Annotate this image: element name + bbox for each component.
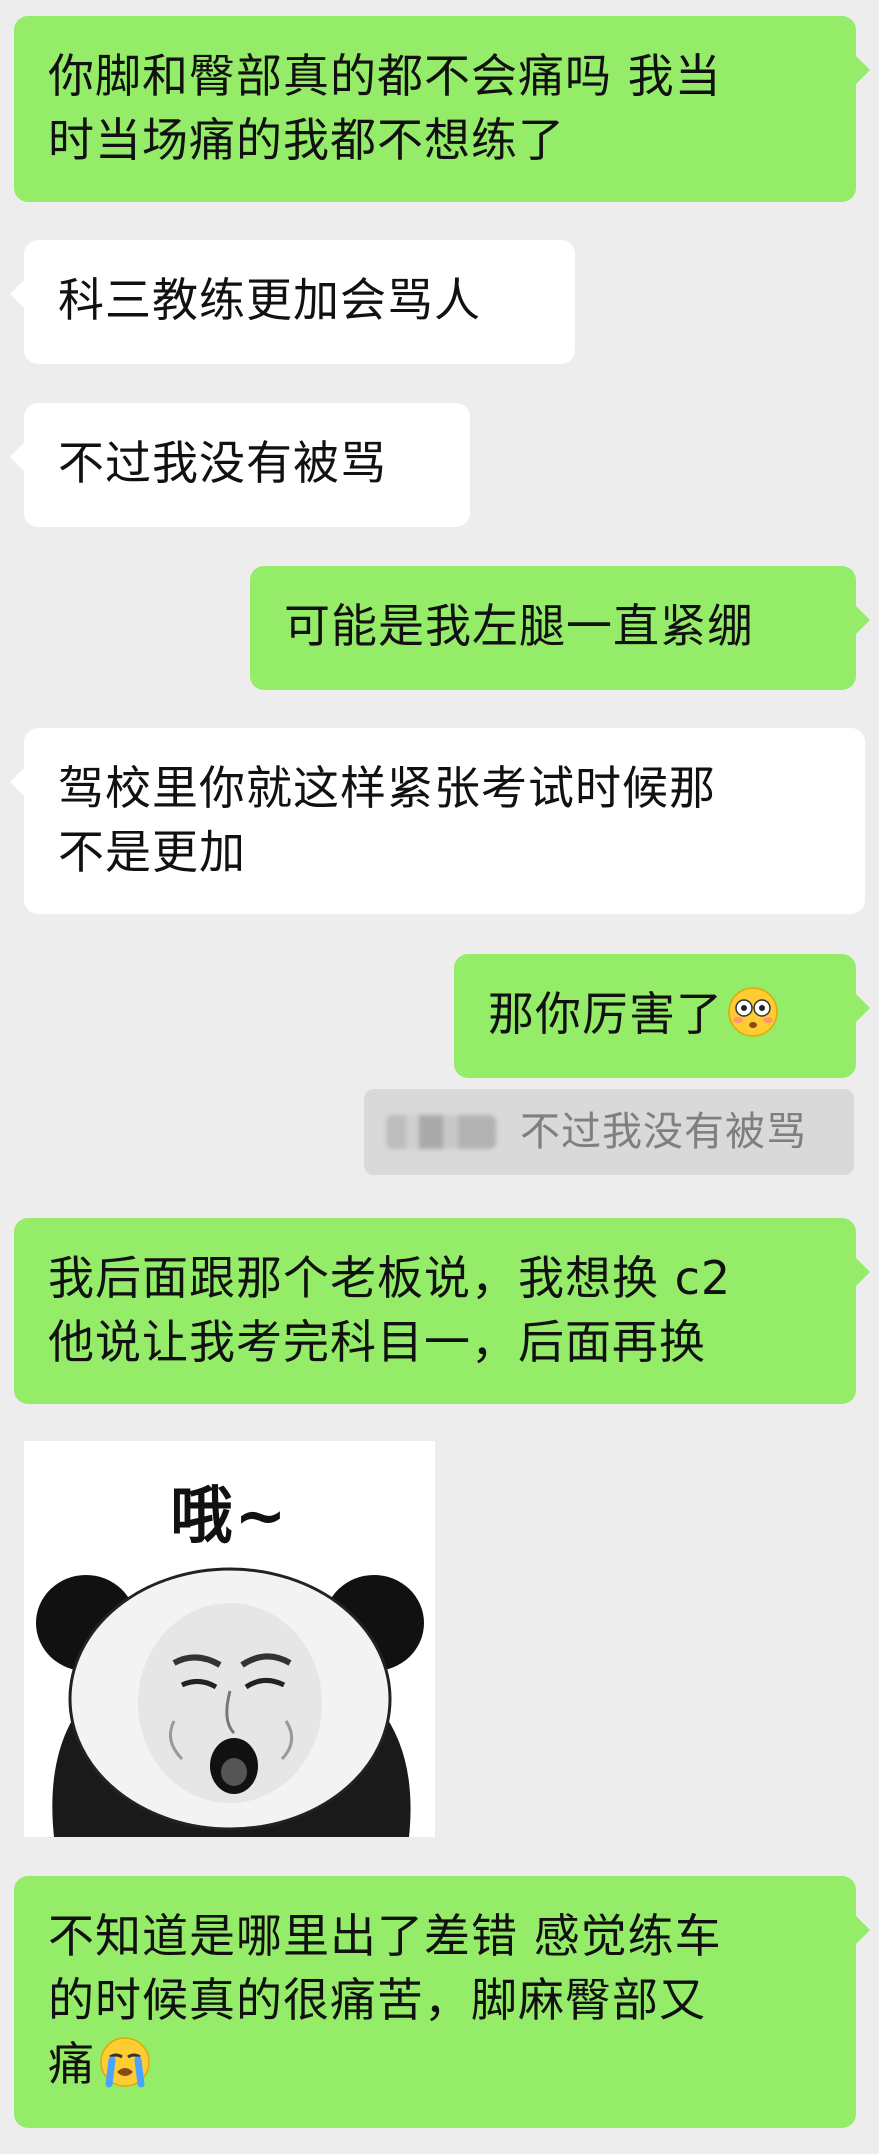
message-text-line: 不过我没有被骂 bbox=[58, 436, 387, 490]
message-text-line: 他说让我考完科目一，后面再换 bbox=[48, 1315, 706, 1369]
message-text-line: 不知道是哪里出了差错 感觉练车 bbox=[48, 1909, 722, 1963]
message-text: 痛 bbox=[48, 2037, 95, 2091]
flushed-face-icon bbox=[727, 986, 779, 1038]
quoted-message[interactable]: 不过我没有被骂 bbox=[364, 1089, 854, 1175]
message-bubble-outgoing[interactable]: 不知道是哪里出了差错 感觉练车 的时候真的很痛苦，脚麻臀部又 痛 bbox=[14, 1876, 870, 2128]
quoted-text: 不过我没有被骂 bbox=[520, 1109, 807, 1155]
message-text-line: 我后面跟那个老板说，我想换 c2 bbox=[48, 1251, 732, 1305]
panda-face-meme-icon bbox=[36, 1567, 424, 1837]
message-text-line: 痛 bbox=[48, 2032, 822, 2096]
bubble-tail bbox=[10, 443, 24, 471]
bubble-tail bbox=[856, 994, 870, 1022]
message-bubble-incoming[interactable]: 不过我没有被骂 bbox=[10, 403, 470, 527]
bubble-tail bbox=[856, 1258, 870, 1286]
sticker-image[interactable]: 哦~ bbox=[24, 1441, 435, 1837]
bubble-tail bbox=[856, 56, 870, 84]
message-bubble-incoming[interactable]: 科三教练更加会骂人 bbox=[10, 240, 575, 364]
message-text-line: 科三教练更加会骂人 bbox=[58, 273, 481, 327]
message-text-line: 那你厉害了 bbox=[488, 982, 822, 1046]
message-text-line: 驾校里你就这样紧张考试时候那 bbox=[58, 761, 716, 815]
blurred-username bbox=[386, 1115, 496, 1149]
bubble-tail bbox=[856, 1916, 870, 1944]
message-bubble-outgoing[interactable]: 可能是我左腿一直紧绷 bbox=[250, 566, 870, 690]
message-bubble-outgoing[interactable]: 我后面跟那个老板说，我想换 c2 他说让我考完科目一，后面再换 bbox=[14, 1218, 870, 1404]
bubble-tail bbox=[856, 606, 870, 634]
message-text-line: 时当场痛的我都不想练了 bbox=[48, 113, 565, 167]
message-bubble-outgoing[interactable]: 你脚和臀部真的都不会痛吗 我当 时当场痛的我都不想练了 bbox=[14, 16, 870, 202]
bubble-tail bbox=[10, 768, 24, 796]
message-bubble-outgoing[interactable]: 那你厉害了 bbox=[454, 954, 870, 1078]
message-text-line: 可能是我左腿一直紧绷 bbox=[284, 599, 754, 653]
bubble-tail bbox=[10, 280, 24, 308]
message-bubble-incoming[interactable]: 驾校里你就这样紧张考试时候那 不是更加 bbox=[10, 728, 865, 914]
message-text-line: 你脚和臀部真的都不会痛吗 我当 bbox=[48, 49, 722, 103]
message-text: 那你厉害了 bbox=[488, 987, 723, 1041]
loudly-crying-face-icon bbox=[99, 2036, 151, 2088]
message-text-line: 不是更加 bbox=[58, 825, 246, 879]
message-text-line: 的时候真的很痛苦，脚麻臀部又 bbox=[48, 1973, 706, 2027]
